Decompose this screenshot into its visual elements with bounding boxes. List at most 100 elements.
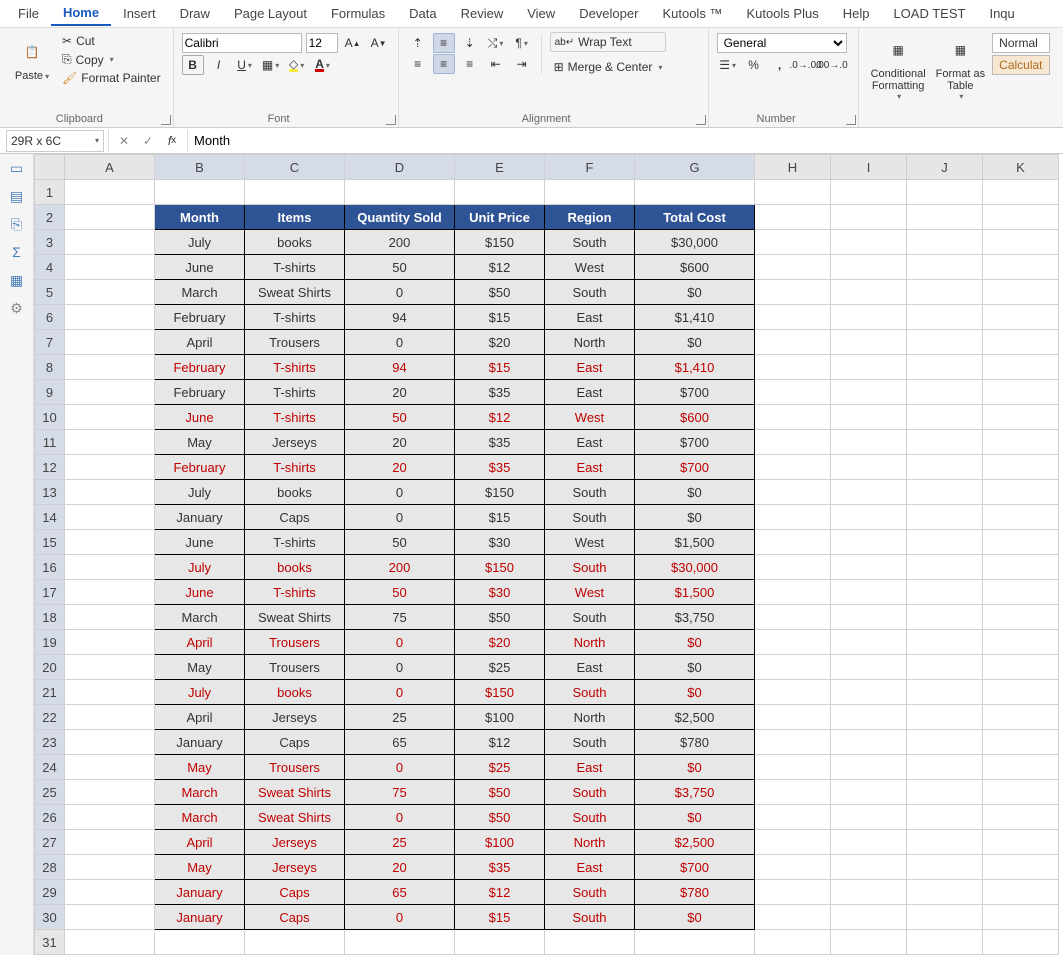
table-cell[interactable]: Sweat Shirts bbox=[245, 605, 345, 630]
table-cell[interactable]: July bbox=[155, 555, 245, 580]
table-cell[interactable]: May bbox=[155, 430, 245, 455]
table-cell[interactable]: 0 bbox=[345, 655, 455, 680]
col-header-K[interactable]: K bbox=[983, 155, 1059, 180]
tab-inqu[interactable]: Inqu bbox=[977, 2, 1026, 25]
col-header-J[interactable]: J bbox=[907, 155, 983, 180]
table-cell[interactable]: $0 bbox=[635, 755, 755, 780]
table-cell[interactable]: $30,000 bbox=[635, 555, 755, 580]
table-cell[interactable]: South bbox=[545, 605, 635, 630]
decrease-font-icon[interactable]: A▼ bbox=[368, 33, 390, 53]
table-cell[interactable]: February bbox=[155, 455, 245, 480]
tab-home[interactable]: Home bbox=[51, 1, 111, 26]
tab-loadtest[interactable]: LOAD TEST bbox=[881, 2, 977, 25]
table-cell[interactable]: Trousers bbox=[245, 655, 345, 680]
table-cell[interactable]: 0 bbox=[345, 480, 455, 505]
table-cell[interactable]: Trousers bbox=[245, 330, 345, 355]
italic-button[interactable]: I bbox=[208, 55, 230, 75]
table-cell[interactable]: $1,500 bbox=[635, 530, 755, 555]
table-cell[interactable]: $3,750 bbox=[635, 605, 755, 630]
tab-formulas[interactable]: Formulas bbox=[319, 2, 397, 25]
table-cell[interactable]: February bbox=[155, 305, 245, 330]
table-cell[interactable]: $150 bbox=[455, 480, 545, 505]
nav-icon[interactable]: ▭ bbox=[8, 160, 26, 176]
fx-icon[interactable]: fx bbox=[161, 131, 183, 151]
table-cell[interactable]: South bbox=[545, 880, 635, 905]
table-cell[interactable]: T-shirts bbox=[245, 455, 345, 480]
table-cell[interactable]: March bbox=[155, 280, 245, 305]
row-header[interactable]: 13 bbox=[35, 480, 65, 505]
tab-kutoolsplus[interactable]: Kutools Plus bbox=[734, 2, 830, 25]
row-header[interactable]: 8 bbox=[35, 355, 65, 380]
table-cell[interactable]: 75 bbox=[345, 605, 455, 630]
table-cell[interactable]: Sweat Shirts bbox=[245, 780, 345, 805]
table-cell[interactable]: 200 bbox=[345, 230, 455, 255]
row-header[interactable]: 11 bbox=[35, 430, 65, 455]
table-cell[interactable]: 0 bbox=[345, 805, 455, 830]
table-header-cell[interactable]: Month bbox=[155, 205, 245, 230]
table-cell[interactable]: Sweat Shirts bbox=[245, 280, 345, 305]
decrease-decimal-icon[interactable]: .00→.0 bbox=[821, 55, 843, 75]
table-cell[interactable]: books bbox=[245, 230, 345, 255]
style-normal[interactable]: Normal bbox=[992, 33, 1049, 53]
table-cell[interactable]: $20 bbox=[455, 330, 545, 355]
nav-icon[interactable]: Σ bbox=[8, 244, 26, 260]
table-cell[interactable]: books bbox=[245, 680, 345, 705]
align-right-icon[interactable]: ≡ bbox=[459, 54, 481, 74]
tab-kutools[interactable]: Kutools ™ bbox=[650, 2, 734, 25]
increase-indent-icon[interactable]: ⇥ bbox=[511, 54, 533, 74]
table-cell[interactable]: $15 bbox=[455, 305, 545, 330]
table-cell[interactable]: $0 bbox=[635, 905, 755, 930]
table-cell[interactable]: May bbox=[155, 755, 245, 780]
cancel-icon[interactable]: ✕ bbox=[113, 131, 135, 151]
table-cell[interactable]: $20 bbox=[455, 630, 545, 655]
table-cell[interactable]: April bbox=[155, 830, 245, 855]
table-cell[interactable]: West bbox=[545, 530, 635, 555]
table-cell[interactable]: 94 bbox=[345, 305, 455, 330]
table-cell[interactable]: East bbox=[545, 655, 635, 680]
table-cell[interactable]: South bbox=[545, 555, 635, 580]
format-as-table-button[interactable]: ▦ Format as Table▾ bbox=[932, 32, 990, 103]
underline-button[interactable]: U▾ bbox=[234, 55, 256, 75]
table-cell[interactable]: North bbox=[545, 705, 635, 730]
table-cell[interactable]: March bbox=[155, 805, 245, 830]
table-cell[interactable]: Trousers bbox=[245, 630, 345, 655]
table-cell[interactable]: June bbox=[155, 580, 245, 605]
table-cell[interactable]: $12 bbox=[455, 255, 545, 280]
tab-developer[interactable]: Developer bbox=[567, 2, 650, 25]
table-cell[interactable]: $35 bbox=[455, 380, 545, 405]
align-top-icon[interactable]: ⇡ bbox=[407, 33, 429, 53]
row-header[interactable]: 2 bbox=[35, 205, 65, 230]
table-cell[interactable]: 50 bbox=[345, 255, 455, 280]
increase-decimal-icon[interactable]: .0→.00 bbox=[795, 55, 817, 75]
table-cell[interactable]: $700 bbox=[635, 430, 755, 455]
table-cell[interactable]: $150 bbox=[455, 230, 545, 255]
table-cell[interactable]: 94 bbox=[345, 355, 455, 380]
table-cell[interactable]: Jerseys bbox=[245, 830, 345, 855]
table-cell[interactable]: January bbox=[155, 880, 245, 905]
table-cell[interactable]: books bbox=[245, 480, 345, 505]
table-cell[interactable]: July bbox=[155, 230, 245, 255]
table-cell[interactable]: $700 bbox=[635, 855, 755, 880]
table-cell[interactable]: 65 bbox=[345, 730, 455, 755]
table-cell[interactable]: North bbox=[545, 630, 635, 655]
table-cell[interactable]: 50 bbox=[345, 580, 455, 605]
table-cell[interactable]: January bbox=[155, 905, 245, 930]
percent-icon[interactable]: % bbox=[743, 55, 765, 75]
table-cell[interactable]: South bbox=[545, 480, 635, 505]
paste-button[interactable]: 📋 Paste▾ bbox=[8, 32, 56, 87]
table-cell[interactable]: T-shirts bbox=[245, 530, 345, 555]
table-cell[interactable]: South bbox=[545, 280, 635, 305]
table-cell[interactable]: 50 bbox=[345, 405, 455, 430]
table-cell[interactable]: South bbox=[545, 805, 635, 830]
enter-icon[interactable]: ✓ bbox=[137, 131, 159, 151]
table-cell[interactable]: 20 bbox=[345, 380, 455, 405]
table-cell[interactable]: $50 bbox=[455, 605, 545, 630]
number-format-select[interactable]: General bbox=[717, 33, 847, 53]
col-header-D[interactable]: D bbox=[345, 155, 455, 180]
select-all-corner[interactable] bbox=[35, 155, 65, 180]
wrap-text-button[interactable]: ab↵Wrap Text bbox=[550, 32, 667, 52]
table-cell[interactable]: $150 bbox=[455, 680, 545, 705]
nav-icon[interactable]: ⚙ bbox=[8, 300, 26, 316]
table-cell[interactable]: $50 bbox=[455, 805, 545, 830]
table-cell[interactable]: East bbox=[545, 380, 635, 405]
